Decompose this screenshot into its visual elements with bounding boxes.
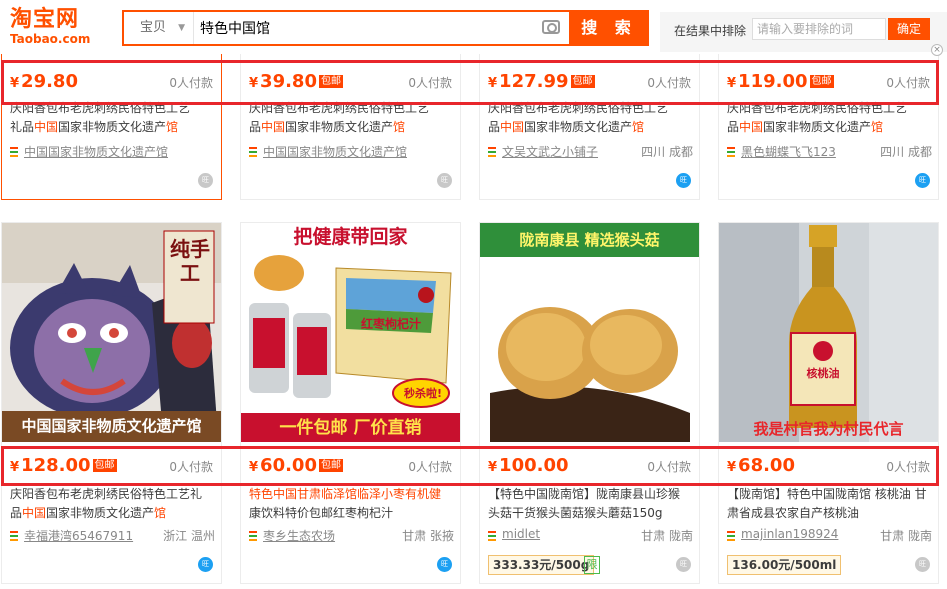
shop-name[interactable]: 枣乡生态农场	[263, 527, 335, 544]
shop-row: majinlan198924 甘肃 陇南	[727, 527, 932, 545]
location: 甘肃 陇南	[880, 529, 932, 543]
camera-icon[interactable]	[542, 20, 560, 34]
wangwang-icon[interactable]: 旺	[915, 173, 930, 188]
product-image[interactable]: 纯手工 中国国家非物质文化遗产馆	[2, 223, 221, 442]
wangwang-icon[interactable]: 旺	[676, 173, 691, 188]
image-side-text: 纯手工	[170, 237, 210, 285]
location: 四川 成都	[641, 145, 693, 159]
shop-row: 枣乡生态农场 甘肃 张掖	[249, 527, 454, 545]
product-title[interactable]: 【陇南馆】特色中国陇南馆 核桃油 甘肃省成县农家自产核桃油	[727, 485, 932, 523]
shop-name[interactable]: 幸福港湾65467911	[24, 527, 133, 544]
shop-icon	[249, 531, 257, 541]
shop-row: 文吴文武之小铺子 四川 成都	[488, 143, 693, 161]
product-title[interactable]: 特色中国甘肃临泽馆临泽小枣有机健 康饮料特价包邮红枣枸杞汁	[249, 485, 454, 523]
search-category-select[interactable]: 宝贝 ▼	[124, 12, 194, 44]
logo-en: Taobao.com	[10, 32, 91, 46]
search-input[interactable]	[196, 12, 556, 44]
logo-cn: 淘宝网	[10, 7, 80, 32]
image-label-text: 核桃油	[806, 367, 840, 380]
exclude-confirm-button[interactable]: 确定	[888, 18, 930, 40]
taobao-logo[interactable]: 淘宝网 Taobao.com	[10, 7, 100, 47]
walnut-oil-image	[719, 223, 938, 442]
shop-icon	[488, 147, 496, 157]
search-category-label: 宝贝	[140, 20, 167, 35]
product-image[interactable]: 把健康带回家 红枣枸杞汁 秒杀啦! 一件包邮 厂价直销	[241, 223, 460, 442]
shop-name[interactable]: 中国国家非物质文化遗产馆	[24, 143, 168, 160]
highlight-box-row2-prices	[1, 446, 939, 486]
product-card[interactable]: 把健康带回家 红枣枸杞汁 秒杀啦! 一件包邮 厂价直销 ¥60.00 包邮 0人付…	[240, 222, 461, 584]
exclude-input[interactable]: 请输入要排除的词	[752, 18, 886, 40]
wangwang-icon[interactable]: 旺	[437, 557, 452, 572]
product-card[interactable]: 纯手工 中国国家非物质文化遗产馆 ¥128.00 包邮 0人付款 庆阳香包布老虎刺…	[1, 222, 222, 584]
product-title[interactable]: 【特色中国陇南馆】陇南康县山珍猴 头菇干货猴头菌菇猴头蘑菇150g	[488, 485, 693, 523]
header: 淘宝网 Taobao.com 宝贝 ▼ 搜 索 在结果中排除 请输入要排除的词 …	[0, 0, 947, 54]
shop-name[interactable]: majinlan198924	[741, 527, 838, 541]
image-banner-text: 中国国家非物质文化遗产馆	[21, 417, 202, 435]
mushroom-image	[480, 223, 699, 442]
shop-icon	[249, 147, 257, 157]
shop-icon	[488, 531, 496, 541]
shop-name[interactable]: midlet	[502, 527, 540, 541]
wangwang-icon[interactable]: 旺	[437, 173, 452, 188]
image-top-text: 把健康带回家	[293, 226, 408, 248]
location: 四川 成都	[880, 145, 932, 159]
shop-name[interactable]: 黑色蝴蝶飞飞123	[741, 143, 836, 160]
location: 甘肃 陇南	[641, 529, 693, 543]
image-sticker-text: 秒杀啦!	[403, 387, 443, 400]
shop-row: 黑色蝴蝶飞飞123 四川 成都	[727, 143, 932, 161]
wangwang-icon[interactable]: 旺	[676, 557, 691, 572]
limited-tag: 限	[584, 556, 600, 574]
product-card[interactable]: 核桃油 我是村官我为村民代言 ¥68.00 0人付款 【陇南馆】特色中国陇南馆 …	[718, 222, 939, 584]
image-bottom-text: 我是村官我为村民代言	[753, 420, 904, 438]
shop-row: midlet 甘肃 陇南	[488, 527, 693, 545]
image-top-text: 陇南康县 精选猴头菇	[519, 231, 660, 249]
shop-name[interactable]: 中国国家非物质文化遗产馆	[263, 143, 407, 160]
product-image[interactable]: 陇南康县 精选猴头菇	[480, 223, 699, 442]
shop-row: 幸福港湾65467911 浙江 温州	[10, 527, 215, 545]
shop-icon	[10, 147, 18, 157]
location: 甘肃 张掖	[402, 529, 454, 543]
wangwang-icon[interactable]: 旺	[198, 173, 213, 188]
shop-name[interactable]: 文吴文武之小铺子	[502, 143, 598, 160]
unit-price-tag: 136.00元/500ml	[727, 555, 842, 575]
product-card[interactable]: 陇南康县 精选猴头菇 ¥100.00 0人付款 【特色中国陇南馆】陇南康县山珍猴…	[479, 222, 700, 584]
juice-box-image	[241, 223, 460, 442]
shop-row: 中国国家非物质文化遗产馆	[249, 143, 454, 161]
close-icon[interactable]: ×	[931, 44, 943, 56]
wangwang-icon[interactable]: 旺	[915, 557, 930, 572]
wangwang-icon[interactable]: 旺	[198, 557, 213, 572]
shop-row: 中国国家非物质文化遗产馆	[10, 143, 215, 161]
search-bar: 宝贝 ▼ 搜 索	[122, 10, 649, 46]
exclude-panel: 在结果中排除 请输入要排除的词 确定	[660, 12, 947, 52]
location: 浙江 温州	[163, 529, 215, 543]
shop-icon	[727, 531, 735, 541]
chevron-down-icon: ▼	[178, 23, 185, 33]
shop-icon	[10, 531, 18, 541]
highlight-box-row1-prices	[1, 60, 939, 105]
product-title[interactable]: 庆阳香包布老虎刺绣民俗特色工艺礼品中国国家非物质文化遗产馆	[10, 485, 215, 523]
shop-icon	[727, 147, 735, 157]
search-button[interactable]: 搜 索	[569, 10, 649, 46]
image-label-text: 红枣枸杞汁	[360, 317, 421, 331]
exclude-label: 在结果中排除	[674, 24, 747, 38]
search-results-page: 淘宝网 Taobao.com 宝贝 ▼ 搜 索 在结果中排除 请输入要排除的词 …	[0, 0, 947, 589]
unit-price-tag: 333.33元/500g	[488, 555, 595, 575]
image-bottom-text: 一件包邮 厂价直销	[279, 418, 422, 438]
product-image[interactable]: 核桃油 我是村官我为村民代言	[719, 223, 938, 442]
